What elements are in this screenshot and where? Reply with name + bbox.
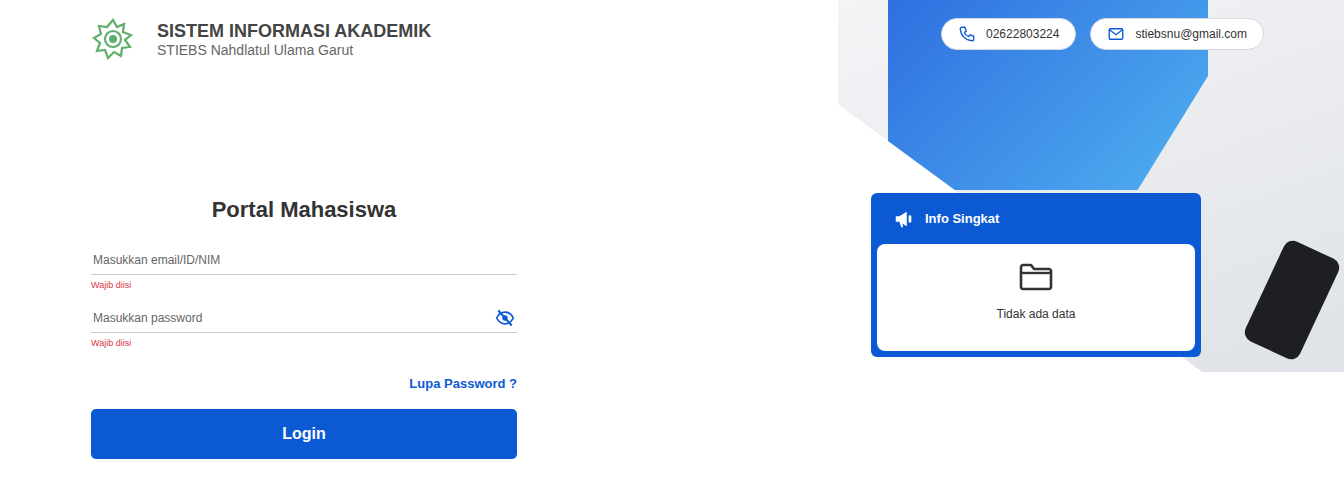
brand: SISTEM INFORMASI AKADEMIKSTIEBS Nahdlatu…	[91, 17, 838, 61]
text-input[interactable]	[91, 247, 517, 273]
forgot-password-link[interactable]: Lupa Password ?	[409, 376, 517, 391]
logo-icon	[91, 17, 135, 61]
contact-text: 02622803224	[986, 27, 1059, 41]
login-page: SISTEM INFORMASI AKADEMIKSTIEBS Nahdlatu…	[0, 0, 1344, 491]
eye-off-icon[interactable]	[495, 308, 515, 328]
form-field: Wajib diisi	[91, 303, 517, 349]
app-subtitle: STIEBS Nahdlatul Ulama Garut	[157, 42, 431, 59]
hero-area: 02622803224 stiebsnu@gmail.com Info Singka…	[838, 0, 1344, 491]
contact-pill[interactable]: 02622803224	[941, 18, 1076, 50]
info-header: Info Singkat	[877, 193, 1195, 244]
megaphone-icon	[893, 208, 915, 230]
info-title: Info Singkat	[925, 211, 999, 226]
mail-icon	[1107, 25, 1125, 43]
error-text: Wajib diisi	[91, 280, 517, 291]
phone-icon	[958, 25, 976, 43]
folder-icon	[1019, 263, 1053, 291]
login-form: Portal Mahasiswa Wajib diisi Wajib diisi Lu…	[91, 197, 517, 459]
error-text: Wajib diisi	[91, 338, 517, 349]
info-body: Tidak ada data	[877, 244, 1195, 351]
info-card: Info Singkat Tidak ada data	[871, 193, 1201, 357]
left-panel: SISTEM INFORMASI AKADEMIKSTIEBS Nahdlatu…	[0, 0, 838, 491]
contact-pill[interactable]: stiebsnu@gmail.com	[1090, 18, 1264, 50]
contact-text: stiebsnu@gmail.com	[1135, 27, 1247, 41]
contact-bar: 02622803224 stiebsnu@gmail.com	[941, 18, 1264, 50]
form-field: Wajib diisi	[91, 245, 517, 291]
form-title: Portal Mahasiswa	[91, 197, 517, 223]
text-input[interactable]	[91, 305, 495, 331]
empty-text: Tidak ada data	[997, 307, 1076, 321]
app-title: SISTEM INFORMASI AKADEMIK	[157, 20, 431, 42]
login-button[interactable]: Login	[91, 409, 517, 459]
